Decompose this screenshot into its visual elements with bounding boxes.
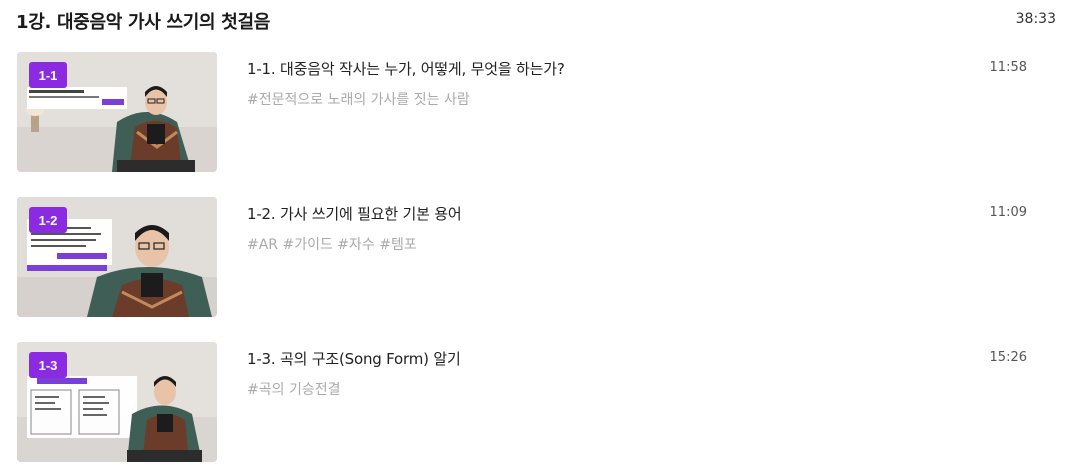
lesson-thumbnail[interactable]: 1-2 xyxy=(17,197,217,317)
lesson-info: 1-2. 가사 쓰기에 필요한 기본 용어 #AR #가이드 #자수 #템포 xyxy=(247,203,967,254)
lesson-duration: 11:58 xyxy=(989,60,1027,75)
lesson-item-1-1[interactable]: 1-1 1-1. 대중음악 작사는 누가, 어떻게, 무엇을 하는가? #전문적… xyxy=(17,52,1057,172)
lesson-item-1-3[interactable]: 1-3 1-3. 곡의 구조(Song Form) 알기 #곡의 기승전결 15… xyxy=(17,342,1057,462)
section-header: 1강. 대중음악 가사 쓰기의 첫걸음 38:33 xyxy=(16,8,1056,33)
section-title: 1강. 대중음악 가사 쓰기의 첫걸음 xyxy=(16,12,271,33)
section-duration: 38:33 xyxy=(1015,11,1056,27)
lesson-item-1-2[interactable]: 1-2 1-2. 가사 쓰기에 필요한 기본 용어 #AR #가이드 #자수 #… xyxy=(17,197,1057,317)
lesson-badge: 1-1 xyxy=(29,62,67,88)
lesson-duration: 15:26 xyxy=(989,350,1027,365)
lesson-tags: #전문적으로 노래의 가사를 짓는 사람 xyxy=(247,92,470,108)
lesson-tags: #곡의 기승전결 xyxy=(247,382,341,398)
lesson-badge: 1-3 xyxy=(29,352,67,378)
lesson-badge: 1-2 xyxy=(29,207,67,233)
lesson-title[interactable]: 1-2. 가사 쓰기에 필요한 기본 용어 xyxy=(247,203,967,224)
lesson-duration: 11:09 xyxy=(989,205,1027,220)
lesson-tags: #AR #가이드 #자수 #템포 xyxy=(247,237,417,253)
lesson-title[interactable]: 1-3. 곡의 구조(Song Form) 알기 xyxy=(247,348,967,369)
lesson-thumbnail[interactable]: 1-1 xyxy=(17,52,217,172)
lesson-info: 1-3. 곡의 구조(Song Form) 알기 #곡의 기승전결 xyxy=(247,348,967,399)
lesson-title[interactable]: 1-1. 대중음악 작사는 누가, 어떻게, 무엇을 하는가? xyxy=(247,58,967,79)
lesson-thumbnail[interactable]: 1-3 xyxy=(17,342,217,462)
lesson-info: 1-1. 대중음악 작사는 누가, 어떻게, 무엇을 하는가? #전문적으로 노… xyxy=(247,58,967,109)
